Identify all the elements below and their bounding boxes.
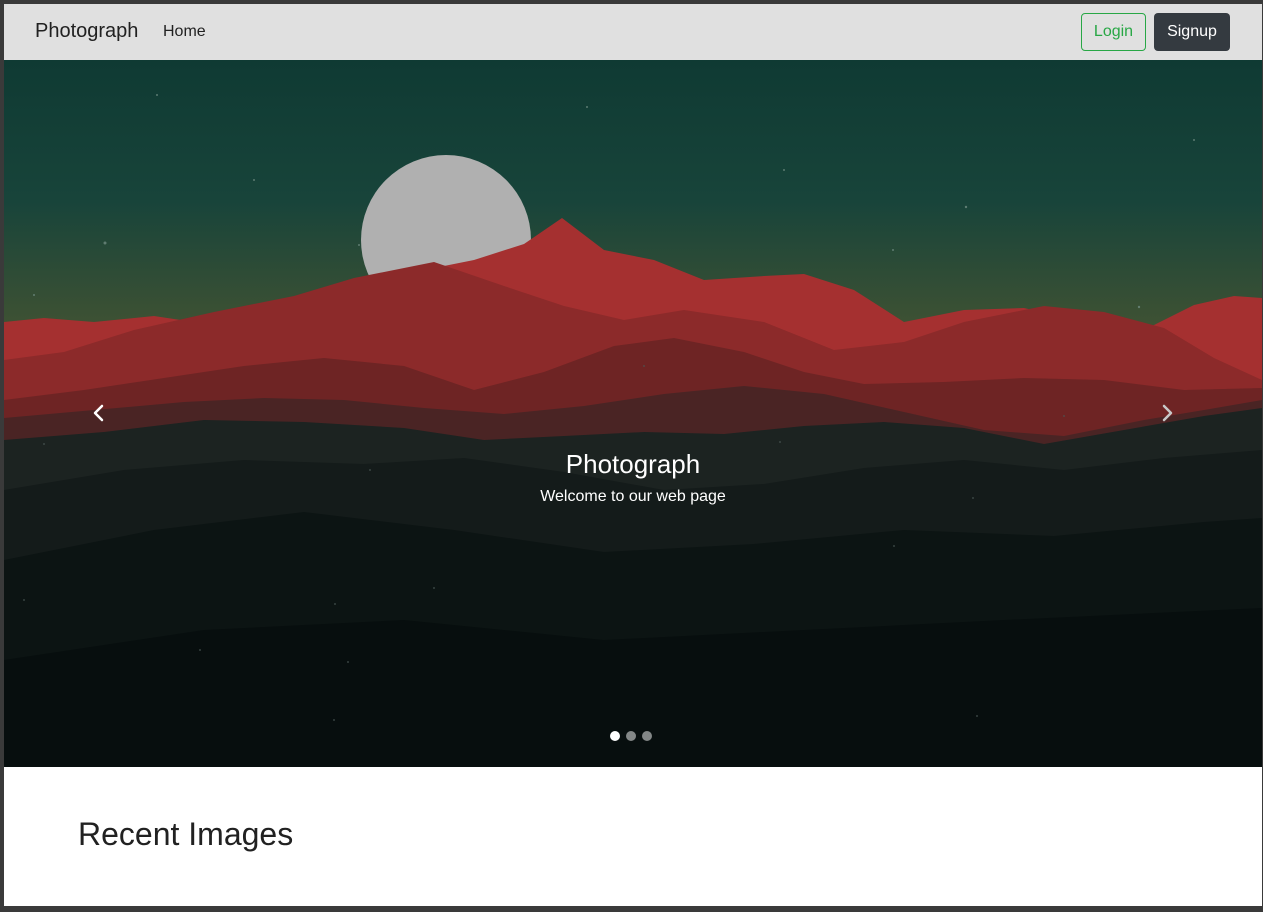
- browser-viewport: Photograph Home Login Signup Photograph …: [4, 4, 1262, 906]
- carousel-indicators: [610, 731, 652, 743]
- login-button[interactable]: Login: [1081, 13, 1146, 51]
- mountain-landscape-image: [4, 60, 1262, 767]
- carousel-indicator-2[interactable]: [626, 731, 636, 741]
- carousel-caption: Photograph Welcome to our web page: [4, 446, 1262, 506]
- navbar: Photograph Home Login Signup: [4, 4, 1262, 60]
- recent-images-heading: Recent Images: [78, 816, 294, 852]
- nav-link-home[interactable]: Home: [163, 23, 206, 41]
- carousel-caption-text: Welcome to our web page: [540, 488, 726, 505]
- signup-button[interactable]: Signup: [1154, 13, 1230, 51]
- chevron-left-icon[interactable]: [84, 398, 114, 428]
- brand-logo[interactable]: Photograph: [35, 20, 138, 43]
- carousel-indicator-3[interactable]: [642, 731, 652, 741]
- carousel-caption-title: Photograph: [565, 449, 701, 479]
- hero-carousel: Photograph Welcome to our web page: [4, 60, 1262, 767]
- carousel-indicator-1[interactable]: [610, 731, 620, 741]
- chevron-right-icon[interactable]: [1152, 398, 1182, 428]
